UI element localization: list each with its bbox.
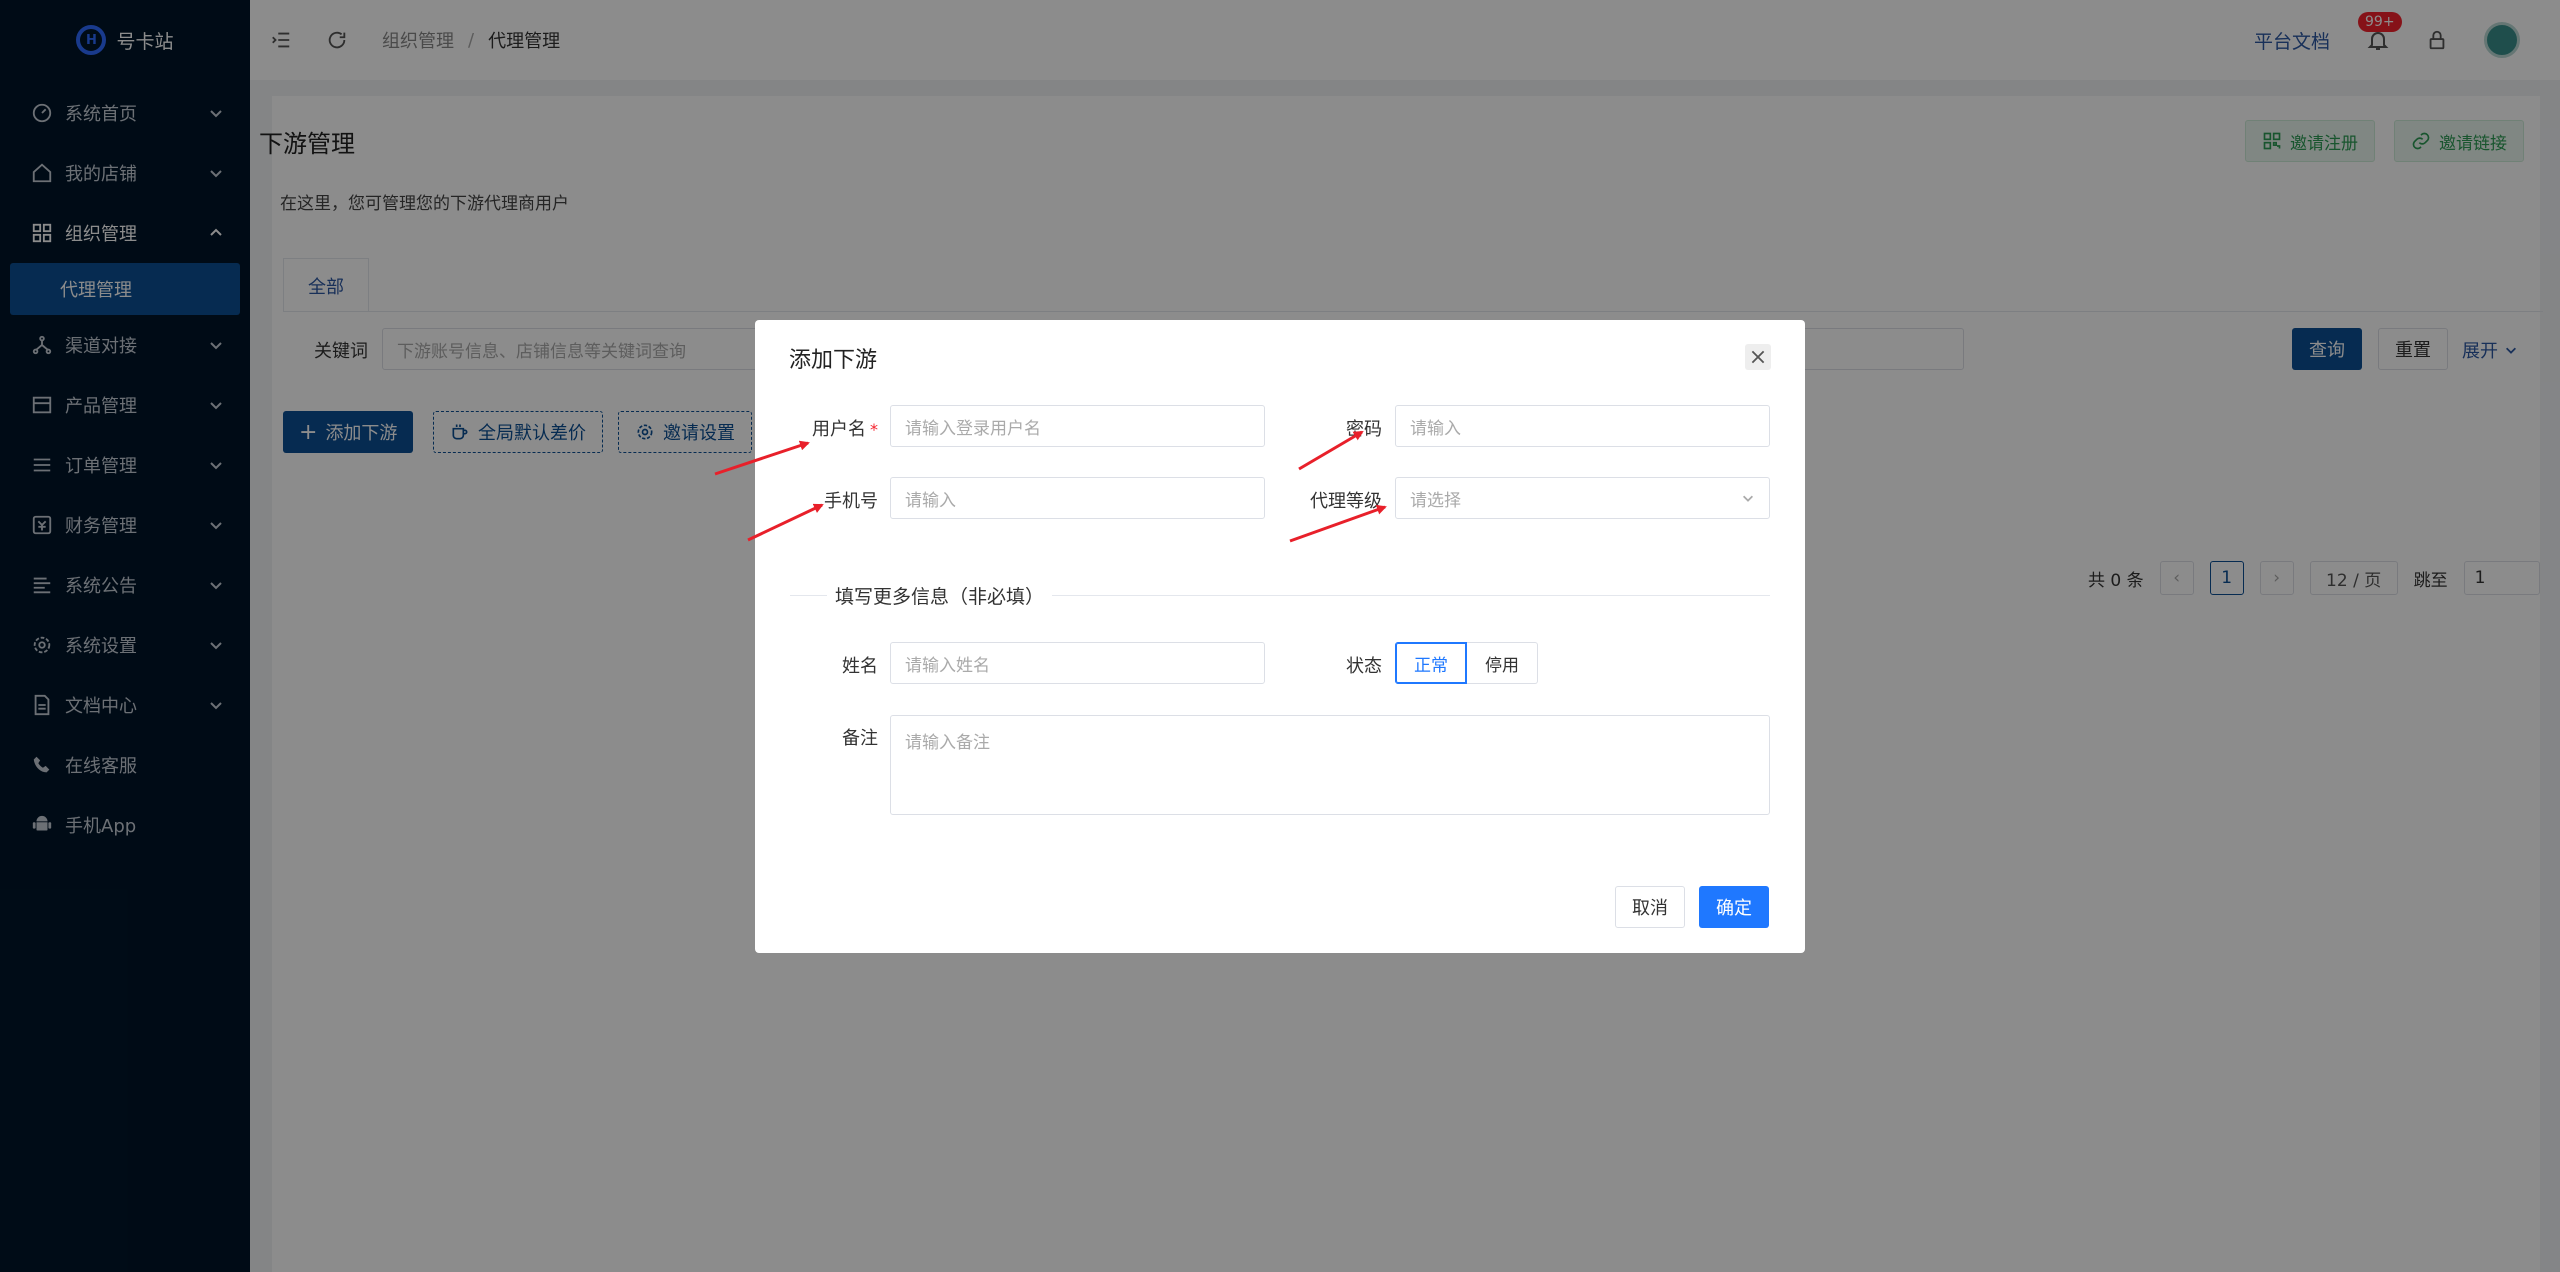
name-input[interactable]: 请输入姓名: [890, 642, 1265, 684]
agent-level-select[interactable]: 请选择: [1395, 477, 1770, 519]
remark-label: 备注: [842, 728, 878, 749]
more-info-title: 填写更多信息（非必填）: [827, 582, 1053, 609]
dialog-title: 添加下游: [789, 348, 878, 373]
close-icon: [1751, 350, 1765, 364]
agent-level-label: 代理等级: [1310, 491, 1382, 512]
password-label: 密码: [1346, 419, 1382, 440]
cancel-button[interactable]: 取消: [1615, 886, 1685, 928]
password-input[interactable]: 请输入: [1395, 405, 1770, 447]
status-radio-group: 正常 停用: [1395, 642, 1538, 684]
phone-label: 手机号: [824, 491, 878, 512]
add-downstream-dialog: 添加下游 用户名 * 请输入登录用户名 密码 请输入 手机号 请输入 代理等级 请…: [755, 320, 1805, 953]
confirm-button[interactable]: 确定: [1699, 886, 1769, 928]
status-disabled-option[interactable]: 停用: [1467, 642, 1538, 684]
required-mark: *: [870, 420, 878, 439]
name-label: 姓名: [842, 656, 878, 677]
status-label: 状态: [1346, 656, 1382, 677]
remark-textarea[interactable]: 请输入备注: [890, 715, 1770, 815]
agent-level-placeholder: 请选择: [1410, 490, 1461, 511]
chevron-down-icon: [1743, 495, 1753, 502]
phone-input[interactable]: 请输入: [890, 477, 1265, 519]
username-label: 用户名 *: [812, 419, 878, 440]
status-normal-option[interactable]: 正常: [1395, 642, 1467, 684]
username-input[interactable]: 请输入登录用户名: [890, 405, 1265, 447]
close-button[interactable]: [1745, 344, 1771, 370]
